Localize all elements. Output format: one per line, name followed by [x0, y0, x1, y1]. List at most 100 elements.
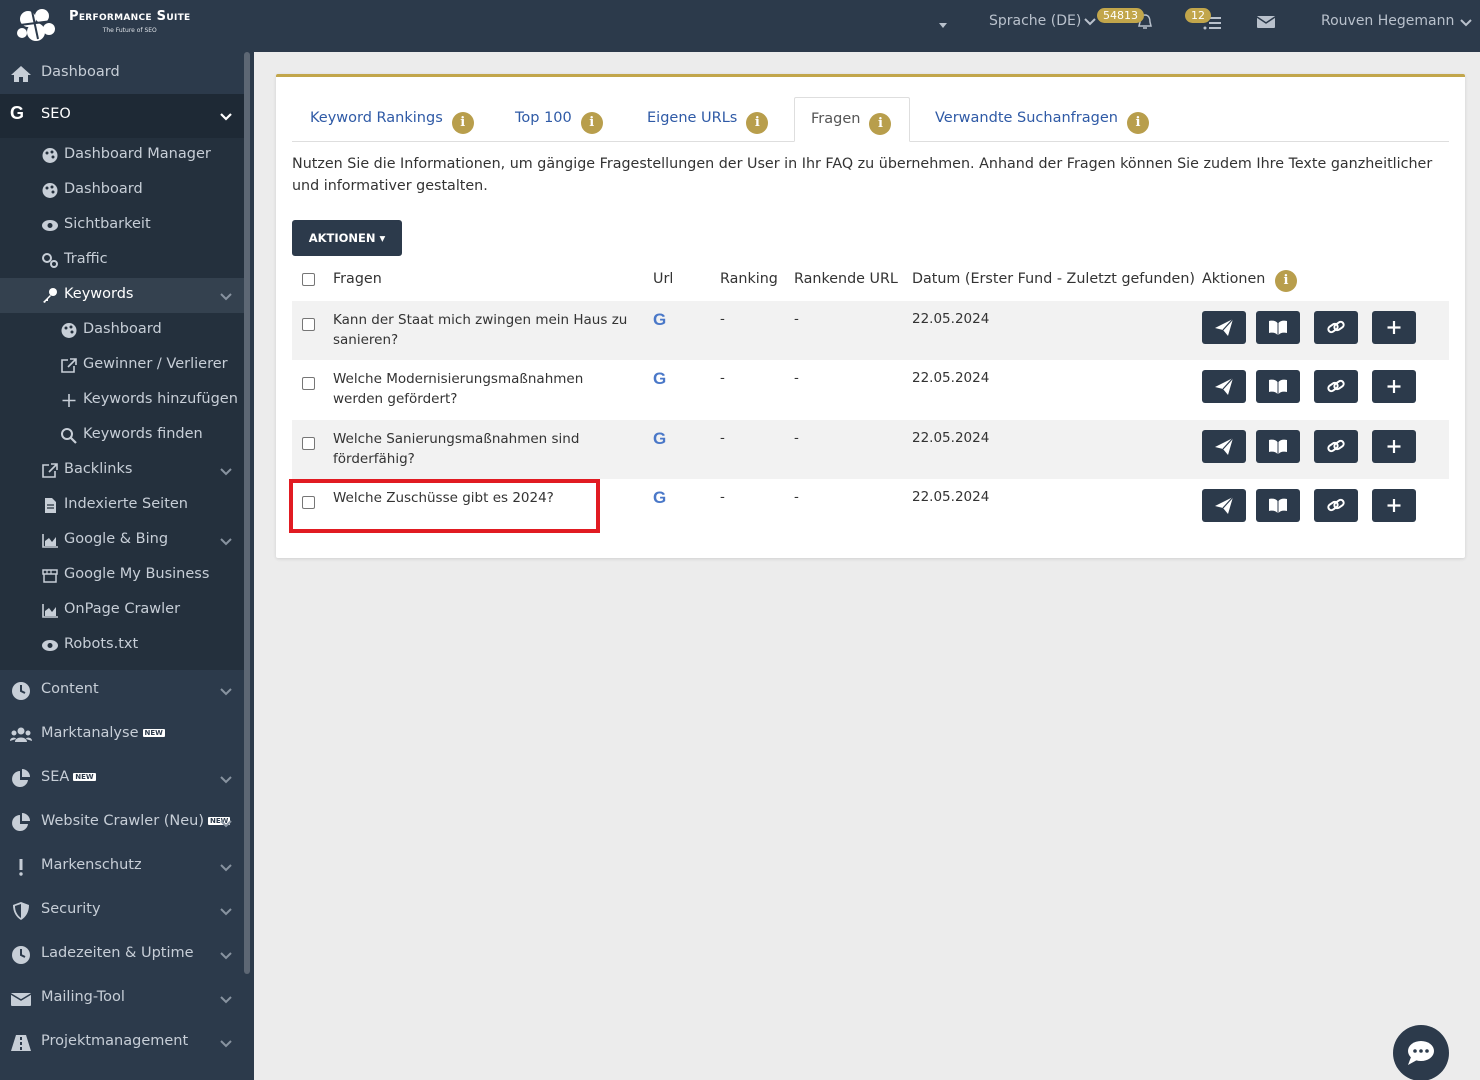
sidebar-item-robots-txt[interactable]: Robots.txt	[0, 628, 244, 663]
table-row: Kann der Staat mich zwingen mein Haus zu…	[292, 301, 1449, 360]
sidebar-item-label: Projektmanagement	[41, 1033, 189, 1049]
select-all-checkbox[interactable]	[302, 273, 315, 286]
info-icon[interactable]: i	[1126, 112, 1149, 134]
chat-button[interactable]	[1393, 1025, 1449, 1080]
row-checkbox[interactable]	[302, 377, 315, 390]
ranking-value: -	[720, 430, 725, 446]
sidebar-item-indexierte-seiten[interactable]: Indexierte Seiten	[0, 488, 244, 523]
info-icon[interactable]: i	[1275, 270, 1297, 292]
chevron-down-icon[interactable]	[1459, 15, 1473, 29]
sidebar-item-projektmanagement[interactable]: Projektmanagement	[0, 1021, 244, 1065]
row-checkbox[interactable]	[302, 437, 315, 450]
chevron-down-icon[interactable]	[1083, 14, 1097, 28]
link-button[interactable]	[1314, 370, 1358, 403]
question-text: Welche Modernisierungsmaßnahmen werden g…	[333, 371, 584, 407]
column-header-url[interactable]: Url	[653, 271, 673, 287]
tab-eigene-urls[interactable]: Eigene URLs i	[647, 97, 769, 142]
tab-keyword-rankings[interactable]: Keyword Rankings i	[310, 97, 474, 142]
mail-icon[interactable]	[1256, 14, 1276, 30]
sidebar-item-label: Google & Bing	[64, 531, 169, 547]
google-url-icon[interactable]: G	[653, 429, 666, 449]
shield-icon	[13, 902, 29, 920]
actions-dropdown-button[interactable]: AKTIONEN ▾	[292, 220, 402, 256]
row-checkbox[interactable]	[302, 318, 315, 331]
chevron-down-icon	[220, 908, 232, 916]
sidebar-item-markenschutz[interactable]: Markenschutz	[0, 845, 244, 889]
tab-label: Verwandte Suchanfragen	[935, 110, 1118, 126]
sidebar-item-label: Sichtbarkeit	[64, 216, 151, 232]
column-header-fragen[interactable]: Fragen	[333, 271, 382, 287]
column-header-ranking[interactable]: Ranking	[720, 271, 778, 287]
sidebar-item-keywords-hinzufuegen[interactable]: Keywords hinzufügen	[0, 383, 244, 418]
google-url-icon[interactable]: G	[653, 369, 666, 389]
sidebar-scrollbar[interactable]	[244, 52, 250, 974]
top-bar: Performance Suite The Future of SEO Spra…	[0, 0, 1480, 52]
caret-down-icon[interactable]	[936, 18, 950, 32]
sidebar-item-website-crawler[interactable]: Website Crawler (Neu) NEW	[0, 801, 244, 845]
language-selector[interactable]: Sprache (DE)	[989, 13, 1081, 29]
send-button[interactable]	[1202, 489, 1246, 522]
sidebar-item-seo[interactable]: G SEO	[0, 94, 244, 138]
link-button[interactable]	[1314, 311, 1358, 344]
sidebar-item-google-my-business[interactable]: Google My Business	[0, 558, 244, 593]
add-button[interactable]	[1372, 489, 1416, 522]
info-icon[interactable]: i	[746, 112, 769, 134]
add-button[interactable]	[1372, 311, 1416, 344]
link-button[interactable]	[1314, 430, 1358, 463]
users-icon	[10, 727, 32, 742]
notification-count-badge[interactable]: 54813	[1097, 8, 1144, 23]
exclamation-icon	[19, 859, 23, 876]
sidebar-item-content[interactable]: Content	[0, 669, 244, 713]
sidebar-item-sichtbarkeit[interactable]: Sichtbarkeit	[0, 208, 244, 243]
sidebar-item-label: Dashboard Manager	[64, 146, 211, 162]
sidebar: Dashboard G SEO Dashboard Manager Dashbo…	[0, 52, 254, 1080]
sidebar-item-dashboard[interactable]: Dashboard	[0, 52, 244, 96]
user-menu[interactable]: Rouven Hegemann	[1321, 13, 1454, 29]
add-button[interactable]	[1372, 370, 1416, 403]
send-button[interactable]	[1202, 311, 1246, 344]
sidebar-item-mailing-tool[interactable]: Mailing-Tool	[0, 977, 244, 1021]
tab-top-100[interactable]: Top 100 i	[515, 97, 603, 142]
sidebar-item-backlinks[interactable]: Backlinks	[0, 453, 244, 488]
link-button[interactable]	[1314, 489, 1358, 522]
logo-icon[interactable]	[14, 7, 58, 43]
info-icon[interactable]: i	[869, 113, 892, 135]
tab-verwandte-suchanfragen[interactable]: Verwandte Suchanfragen i	[935, 97, 1149, 142]
open-book-button[interactable]	[1256, 430, 1300, 463]
search-icon	[61, 428, 77, 444]
link-icon	[1327, 320, 1345, 334]
sidebar-item-gewinner-verlierer[interactable]: Gewinner / Verlierer	[0, 348, 244, 383]
google-url-icon[interactable]: G	[653, 310, 666, 330]
send-button[interactable]	[1202, 370, 1246, 403]
open-book-button[interactable]	[1256, 489, 1300, 522]
palette-icon	[42, 183, 58, 198]
sidebar-item-sea[interactable]: SEA NEW	[0, 757, 244, 801]
sidebar-item-security[interactable]: Security	[0, 889, 244, 933]
sidebar-item-google-bing[interactable]: Google & Bing	[0, 523, 244, 558]
plus-icon	[1387, 499, 1401, 512]
google-url-icon[interactable]: G	[653, 488, 666, 508]
tab-fragen[interactable]: Fragen i	[794, 97, 911, 142]
info-icon[interactable]: i	[580, 112, 603, 134]
send-button[interactable]	[1202, 430, 1246, 463]
sidebar-item-marktanalyse[interactable]: Marktanalyse NEW	[0, 713, 244, 757]
sidebar-item-traffic[interactable]: Traffic	[0, 243, 244, 278]
column-header-rankende-url[interactable]: Rankende URL	[794, 271, 898, 287]
sidebar-item-ladezeiten[interactable]: Ladezeiten & Uptime	[0, 933, 244, 977]
table-row: Welche Modernisierungsmaßnahmen werden g…	[292, 360, 1449, 419]
sidebar-item-onpage-crawler[interactable]: OnPage Crawler	[0, 593, 244, 628]
chevron-down-icon	[220, 688, 232, 696]
open-book-button[interactable]	[1256, 370, 1300, 403]
sidebar-item-keywords-finden[interactable]: Keywords finden	[0, 418, 244, 453]
sidebar-item-dashboard-manager[interactable]: Dashboard Manager	[0, 138, 244, 173]
chevron-down-icon	[220, 1040, 232, 1048]
sidebar-item-label: Gewinner / Verlierer	[83, 356, 228, 372]
column-header-datum[interactable]: Datum (Erster Fund - Zuletzt gefunden)	[912, 271, 1195, 287]
sidebar-item-keywords-dashboard[interactable]: Dashboard	[0, 313, 244, 348]
sidebar-item-keywords[interactable]: Keywords	[0, 278, 244, 313]
tasks-count-badge[interactable]: 12	[1185, 8, 1211, 23]
add-button[interactable]	[1372, 430, 1416, 463]
sidebar-item-seo-dashboard[interactable]: Dashboard	[0, 173, 244, 208]
open-book-button[interactable]	[1256, 311, 1300, 344]
info-icon[interactable]: i	[451, 112, 474, 134]
